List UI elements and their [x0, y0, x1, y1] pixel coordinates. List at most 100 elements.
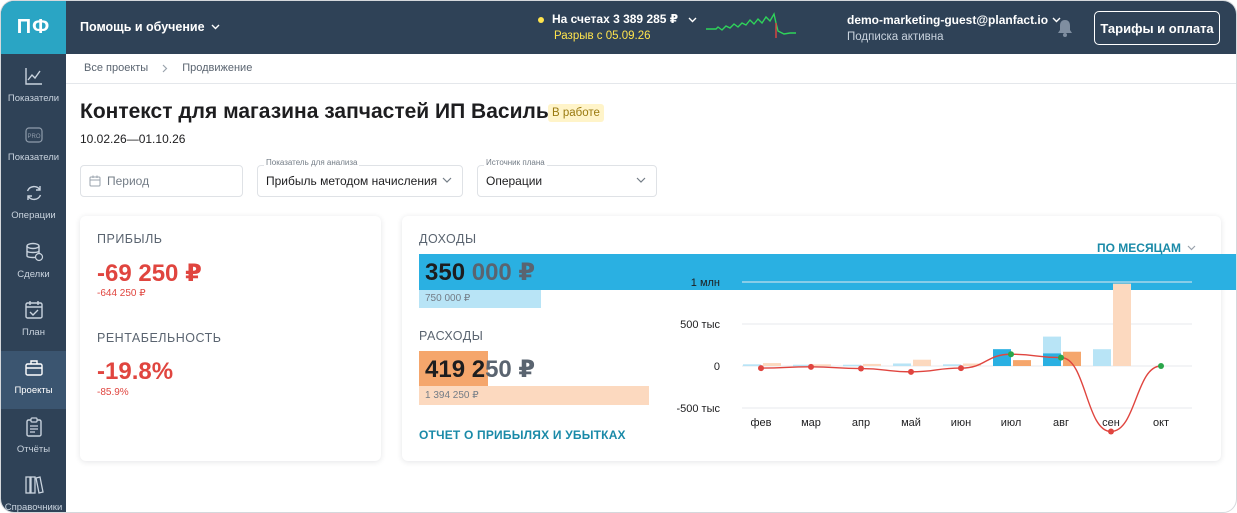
profit-point [1158, 363, 1164, 369]
divider [66, 83, 1236, 84]
app-logo[interactable]: ПФ [1, 1, 66, 54]
margin-plan: -85.9% [97, 387, 129, 398]
x-tick-label: апр [852, 417, 870, 429]
y-tick-label: 500 тыс [680, 319, 720, 331]
chevron-down-icon [688, 17, 696, 23]
sidebar-item-projects[interactable]: Проекты [1, 351, 66, 409]
breadcrumb-link-all-projects[interactable]: Все проекты [84, 62, 148, 74]
y-tick-label: -500 тыс [676, 403, 720, 415]
chevron-right-icon [162, 64, 168, 72]
pnl-report-link[interactable]: ОТЧЕТ О ПРИБЫЛЯХ И УБЫТКАХ [419, 428, 626, 442]
income-fact-bar-mark [1043, 353, 1061, 366]
breadcrumb-current: Продвижение [182, 62, 253, 74]
chevron-down-icon [442, 177, 452, 183]
income-plan-bar-mark [843, 364, 861, 367]
profit-point [808, 363, 814, 370]
income-expense-card: ДОХОДЫ 350 000 ₽ 750 000 ₽ РАСХОДЫ 419 2… [402, 216, 1236, 461]
x-tick-label: июл [1001, 417, 1022, 429]
clipboard-icon [25, 417, 42, 437]
profit-point [758, 365, 764, 372]
indicator-select-label: Показатель для анализа [264, 158, 360, 167]
refresh-icon [26, 185, 41, 201]
income-value-part: 000 ₽ [471, 259, 536, 286]
income-fact-bar-mark [993, 349, 1011, 366]
project-dates: 10.02.26—01.10.26 [80, 132, 186, 146]
app-window: ПФ Показатели PRO Показатели Операции Сд… [0, 0, 1237, 513]
monthly-chart: 1 млн 500 тыс 0 -500 тыс фев мар апр май июн июл а… [676, 277, 1192, 435]
status-dot-icon [538, 16, 544, 23]
x-tick-label: мар [801, 417, 821, 429]
income-plan: 750 000 ₽ [425, 293, 471, 304]
status-badge[interactable]: В работе [548, 104, 604, 122]
expense-value-part: 50 ₽ [485, 356, 536, 383]
bell-icon[interactable] [1056, 18, 1074, 38]
income-value: 350 000 ₽ [425, 258, 535, 287]
profit-point [1058, 354, 1064, 361]
income-plan-bar-mark [743, 364, 761, 366]
chevron-down-icon [211, 24, 220, 30]
y-tick-label: 0 [714, 361, 720, 373]
subscription-status: Подписка активна [847, 31, 944, 43]
sidebar-item-label: Операции [11, 210, 56, 221]
sidebar-item-reports[interactable]: Отчёты [1, 410, 66, 468]
expense-value: 419 250 ₽ [425, 355, 535, 384]
expense-plan: 1 394 250 ₽ [425, 390, 479, 401]
sidebar-item-label: Показатели [7, 93, 60, 104]
plan-source-value: Операции [486, 174, 543, 188]
chevron-down-icon [1187, 245, 1196, 251]
pro-icon: PRO [24, 127, 43, 143]
sidebar-item-indicators-pro[interactable]: PRO Показатели [1, 118, 66, 176]
income-value-part: 350 [425, 259, 472, 286]
breadcrumb: Все проекты Продвижение [84, 62, 252, 74]
sidebar-item-directories[interactable]: Справочники [1, 468, 66, 513]
sidebar-item-indicators[interactable]: Показатели [1, 59, 66, 117]
tariffs-button[interactable]: Тарифы и оплата [1094, 11, 1220, 45]
income-caption: ДОХОДЫ [419, 232, 477, 246]
period-switch[interactable]: ПО МЕСЯЦАМ [1097, 241, 1196, 255]
chart-line-icon [24, 68, 42, 85]
page-title: Контекст для магазина запчастей ИП Васил… [80, 100, 574, 123]
database-icon [25, 242, 43, 262]
profit-plan: -644 250 ₽ [97, 288, 146, 299]
briefcase-icon [24, 360, 43, 376]
sidebar-item-deals[interactable]: Сделки [1, 235, 66, 293]
income-plan-bar-mark [1093, 349, 1111, 366]
plan-source-select[interactable]: Источник плана Операции [477, 158, 657, 197]
balance-label: На счетах 3 389 285 ₽ [552, 12, 679, 26]
period-switch-label: ПО МЕСЯЦАМ [1097, 241, 1182, 255]
profit-point [1108, 428, 1114, 435]
profit-caption: ПРИБЫЛЬ [97, 232, 163, 246]
expense-plan-bar-mark [863, 363, 881, 366]
books-icon [24, 476, 44, 494]
sidebar-item-label: Сделки [17, 269, 50, 280]
sidebar-item-label: План [22, 327, 45, 338]
profit-point [908, 368, 914, 375]
x-tick-label: май [901, 417, 921, 429]
indicator-select-value: Прибыль методом начисления [266, 174, 438, 188]
calendar-icon [89, 175, 101, 187]
expense-fact-bar-mark [1013, 360, 1031, 366]
y-tick-label: 1 млн [691, 277, 720, 289]
period-picker[interactable]: Период [80, 165, 243, 197]
chevron-down-icon [636, 177, 646, 183]
income-plan-bar-mark [893, 363, 911, 366]
account-balance[interactable]: На счетах 3 389 285 ₽ Разрыв с 05.09.26 [538, 12, 697, 42]
help-menu-label: Помощь и обучение [80, 20, 205, 34]
plan-source-label: Источник плана [484, 158, 547, 167]
sidebar-item-plan[interactable]: План [1, 293, 66, 351]
x-tick-label: сен [1102, 417, 1120, 429]
user-menu[interactable]: demo-marketing-guest@planfact.io Подписк… [847, 13, 1061, 43]
sidebar-item-label: Справочники [4, 502, 63, 513]
profit-point [858, 365, 864, 372]
x-tick-label: июн [951, 417, 971, 429]
profit-card: ПРИБЫЛЬ -69 250 ₽ -644 250 ₽ РЕНТАБЕЛЬНО… [80, 216, 381, 461]
indicator-select[interactable]: Показатель для анализа Прибыль методом н… [257, 158, 463, 197]
sidebar-item-operations[interactable]: Операции [1, 176, 66, 234]
profit-value: -69 250 ₽ [97, 260, 202, 287]
help-menu[interactable]: Помощь и обучение [80, 20, 220, 34]
x-tick-label: фев [750, 417, 771, 429]
calendar-check-icon [24, 301, 43, 319]
x-tick-label: окт [1153, 417, 1169, 429]
expense-value-part: 419 2 [425, 356, 486, 383]
sidebar-item-label: Отчёты [16, 444, 51, 455]
